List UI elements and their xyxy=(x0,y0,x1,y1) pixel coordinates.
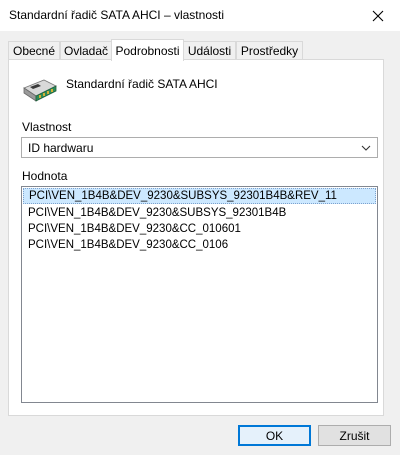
details-panel: Standardní řadič SATA AHCI Vlastnost ID … xyxy=(8,59,384,416)
device-name: Standardní řadič SATA AHCI xyxy=(66,77,218,91)
cancel-button[interactable]: Zrušit xyxy=(318,425,391,446)
dialog-body: Obecné Ovladač Podrobnosti Události Pros… xyxy=(0,31,400,455)
value-label: Hodnota xyxy=(22,169,68,183)
list-item[interactable]: PCI\VEN_1B4B&DEV_9230&CC_0106 xyxy=(23,237,376,253)
list-item[interactable]: PCI\VEN_1B4B&DEV_9230&SUBSYS_92301B4B&RE… xyxy=(23,188,376,204)
tab-strip: Obecné Ovladač Podrobnosti Události Pros… xyxy=(8,39,392,61)
storage-controller-icon xyxy=(23,79,57,102)
ok-button[interactable]: OK xyxy=(238,425,311,446)
tab-udalosti[interactable]: Události xyxy=(183,41,236,60)
list-item[interactable]: PCI\VEN_1B4B&DEV_9230&SUBSYS_92301B4B xyxy=(23,205,376,221)
value-listbox[interactable]: PCI\VEN_1B4B&DEV_9230&SUBSYS_92301B4B&RE… xyxy=(21,186,378,403)
tab-prostredky[interactable]: Prostředky xyxy=(236,41,303,60)
title-bar: Standardní řadič SATA AHCI – vlastnosti xyxy=(0,0,400,31)
close-button[interactable] xyxy=(356,0,400,31)
property-dropdown-value: ID hardwaru xyxy=(28,141,94,155)
tab-podrobnosti[interactable]: Podrobnosti xyxy=(111,39,184,61)
list-item[interactable]: PCI\VEN_1B4B&DEV_9230&CC_010601 xyxy=(23,221,376,237)
property-label: Vlastnost xyxy=(22,120,72,134)
close-icon xyxy=(372,10,384,21)
tab-obecne[interactable]: Obecné xyxy=(8,41,60,60)
window-title: Standardní řadič SATA AHCI – vlastnosti xyxy=(9,8,224,22)
chevron-down-icon xyxy=(361,145,371,151)
property-dropdown[interactable]: ID hardwaru xyxy=(21,137,378,158)
tab-ovladac[interactable]: Ovladač xyxy=(60,41,112,60)
